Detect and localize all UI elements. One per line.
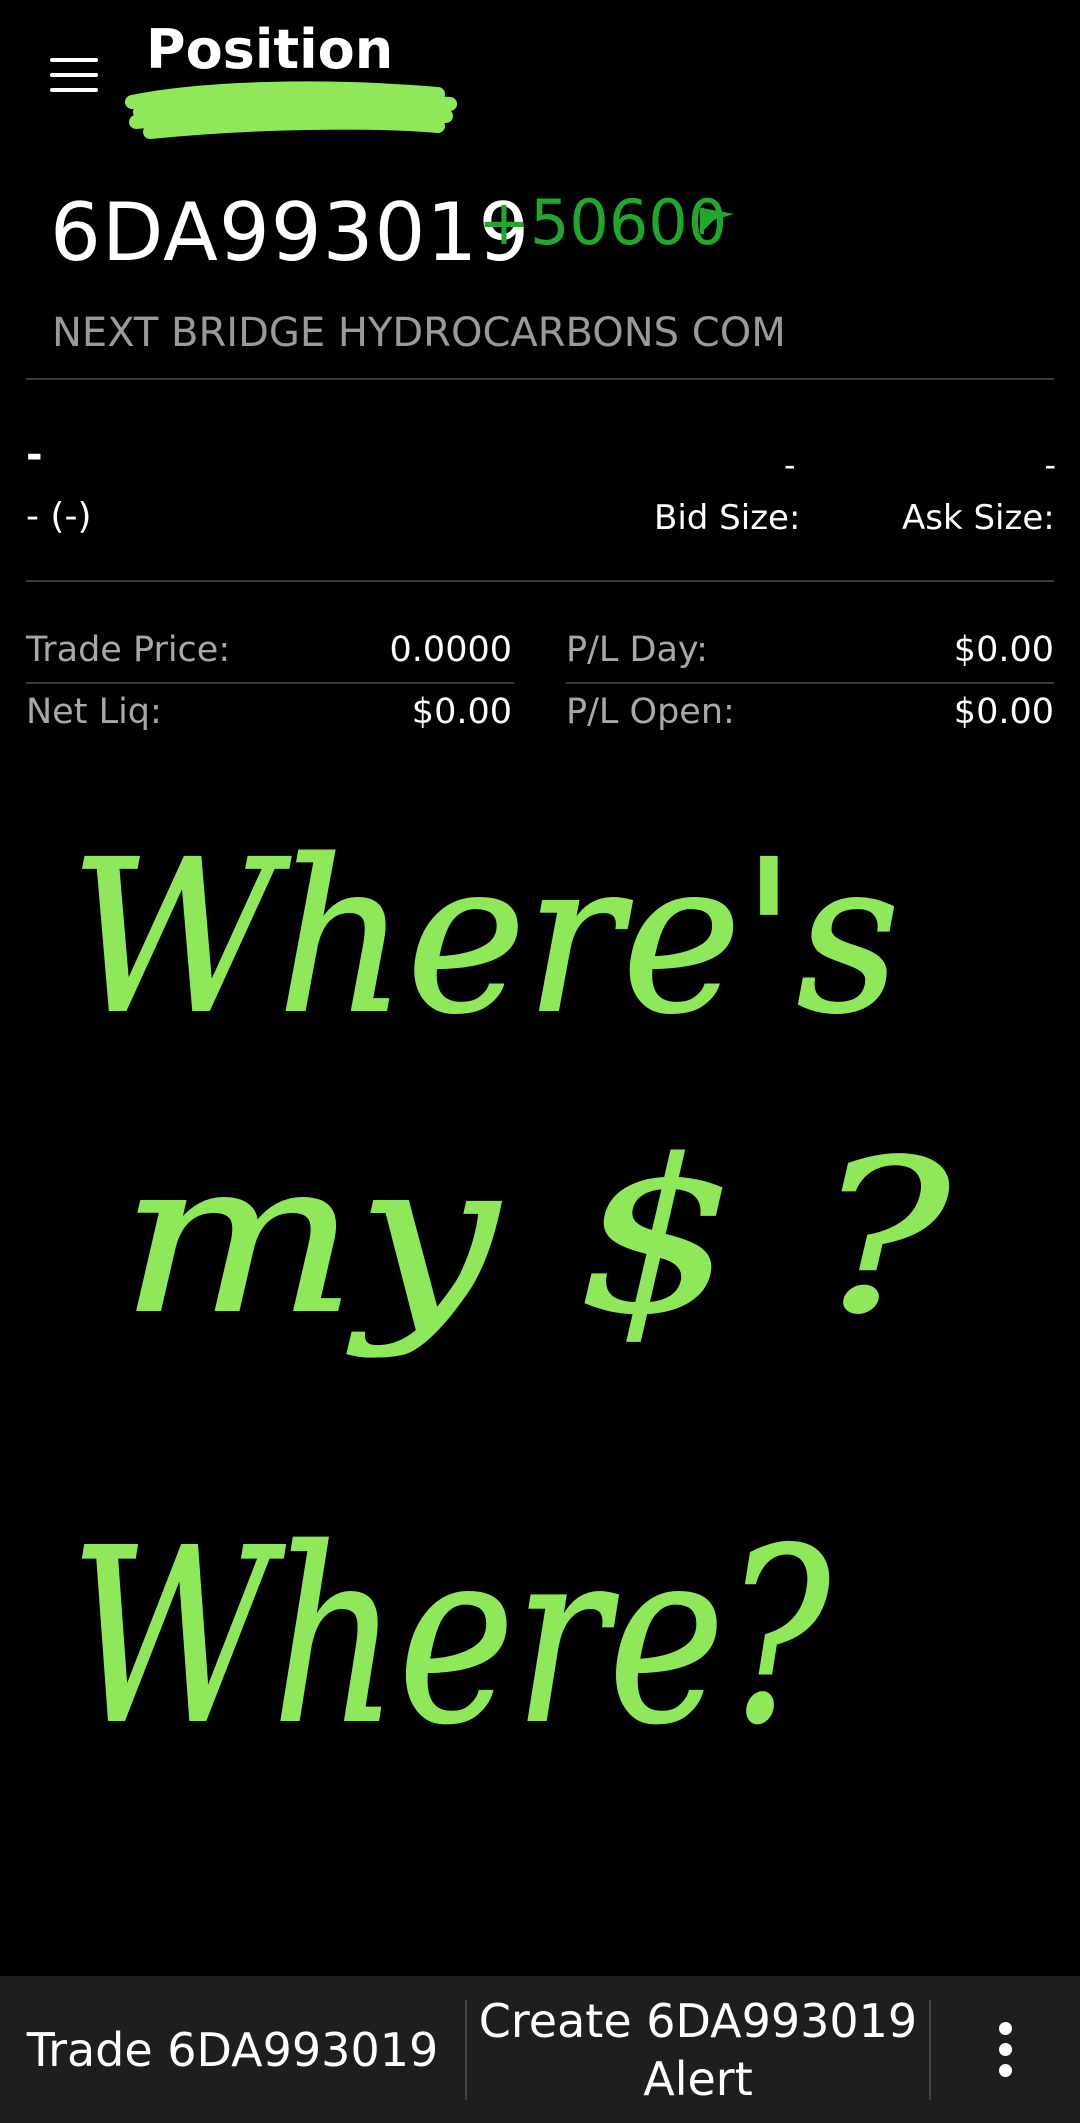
- redaction-scribble: [125, 81, 457, 139]
- create-alert-label-line2: Alert: [643, 2051, 753, 2106]
- more-vertical-icon[interactable]: [931, 1976, 1080, 2123]
- net-change: - (-): [26, 496, 92, 537]
- company-name: NEXT BRIDGE HYDROCARBONS COM: [52, 310, 786, 356]
- handwritten-annotation: Where's my $ ? Where?: [69, 820, 953, 1778]
- trade-button[interactable]: Trade 6DA993019: [0, 1976, 465, 2123]
- create-alert-button[interactable]: Create 6DA993019 Alert: [467, 1976, 929, 2123]
- pl-open-value: $0.00: [953, 692, 1054, 732]
- handwriting-line-1: Where's: [70, 820, 900, 1060]
- handwriting-line-3: Where?: [70, 1497, 831, 1777]
- flag-icon: [700, 208, 734, 234]
- trade-price-value: 0.0000: [389, 630, 512, 670]
- bid-size-label: Bid Size:: [654, 498, 801, 538]
- page-title: Position: [146, 18, 394, 81]
- ask-size-label: Ask Size:: [902, 498, 1055, 538]
- create-alert-label-line1: Create 6DA993019: [478, 1993, 918, 2048]
- pl-day-label: P/L Day:: [566, 630, 708, 670]
- stat-divider: [566, 682, 1054, 684]
- pl-open-label: P/L Open:: [566, 692, 735, 732]
- position-change: +50600: [478, 186, 728, 259]
- stat-divider: [26, 682, 514, 684]
- ask-price: -: [1044, 446, 1056, 484]
- trade-price-label: Trade Price:: [26, 630, 231, 670]
- net-liq-value: $0.00: [411, 692, 512, 732]
- divider: [26, 378, 1054, 380]
- net-liq-label: Net Liq:: [26, 692, 162, 732]
- menu-icon[interactable]: [50, 58, 98, 92]
- last-price: -: [26, 432, 43, 478]
- symbol: 6DA993019: [50, 186, 531, 279]
- pl-day-value: $0.00: [953, 630, 1054, 670]
- divider: [26, 580, 1054, 582]
- bid-price: -: [784, 446, 796, 484]
- handwriting-line-2: my $ ?: [120, 1115, 952, 1360]
